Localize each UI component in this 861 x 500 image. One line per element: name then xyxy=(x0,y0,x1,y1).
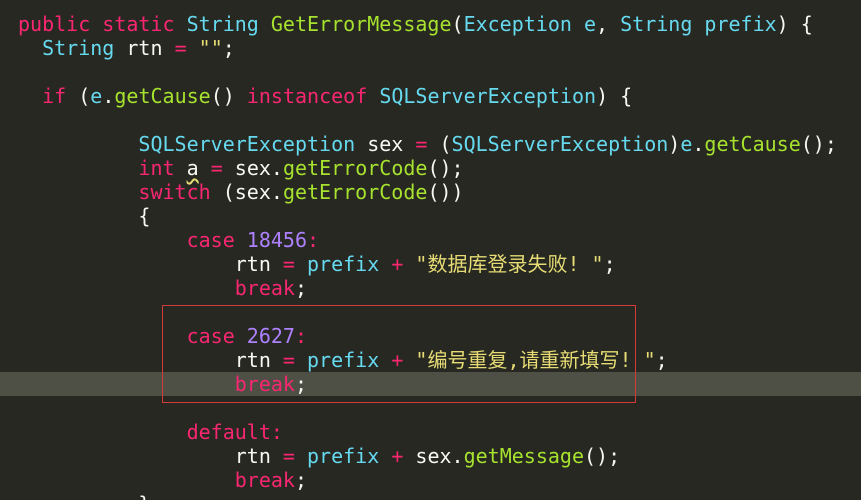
code-token: public xyxy=(18,12,91,36)
code-token: prefix xyxy=(307,348,380,372)
code-token: "编号重复,请重新填写! " xyxy=(415,348,656,372)
code-token: Exception xyxy=(463,12,572,36)
code-line: int a = sex.getErrorCode(); xyxy=(138,156,464,180)
code-token: rtn xyxy=(234,348,271,372)
code-token: e xyxy=(680,132,693,156)
code-line: } xyxy=(0,492,861,500)
code-token: 2627 xyxy=(246,324,295,348)
code-token: rtn xyxy=(234,444,271,468)
code-token: SQLServerException xyxy=(451,132,669,156)
code-token: static xyxy=(102,12,175,36)
current-line-highlight: break; xyxy=(0,372,861,396)
code-line: rtn = prefix + sex.getMessage(); xyxy=(234,444,621,468)
code-token: getMessage xyxy=(463,444,584,468)
code-line: if (e.getCause() instanceof SQLServerExc… xyxy=(42,84,633,108)
code-token: a xyxy=(186,156,199,180)
code-line: default: xyxy=(186,420,283,444)
code-token: 18456 xyxy=(246,228,308,252)
code-token: default xyxy=(186,420,271,444)
code-token: break xyxy=(234,468,295,492)
code-token: switch xyxy=(138,180,211,204)
code-token: case xyxy=(186,228,235,252)
code-token: prefix xyxy=(307,252,380,276)
code-token: "" xyxy=(198,36,223,60)
code-token: if xyxy=(42,84,67,108)
code-token: sex xyxy=(367,132,404,156)
code-line: case 18456: xyxy=(186,228,320,252)
code-line: case 2627: xyxy=(186,324,308,348)
code-token: String xyxy=(186,12,259,36)
code-token: rtn xyxy=(126,36,163,60)
code-line: rtn = prefix + "数据库登录失败! "; xyxy=(234,252,616,276)
code-token: sex xyxy=(234,180,271,204)
code-token: "数据库登录失败! " xyxy=(415,252,604,276)
code-token: e xyxy=(583,12,597,36)
code-token: int xyxy=(138,156,175,180)
code-line: String rtn = ""; xyxy=(42,36,235,60)
code-line: switch (sex.getErrorCode()) xyxy=(138,180,464,204)
code-token: rtn xyxy=(234,252,271,276)
code-token: break xyxy=(234,276,295,300)
code-line: break; xyxy=(234,276,308,300)
code-token: getErrorCode xyxy=(282,180,428,204)
code-token: sex xyxy=(234,156,271,180)
code-token: SQLServerException xyxy=(379,84,597,108)
code-token: prefix xyxy=(704,12,777,36)
code-token: case xyxy=(186,324,235,348)
code-editor[interactable]: public static String GetErrorMessage(Exc… xyxy=(0,0,861,500)
code-line: SQLServerException sex = (SQLServerExcep… xyxy=(138,132,837,156)
code-line: { xyxy=(138,204,151,228)
code-line: rtn = prefix + "编号重复,请重新填写! "; xyxy=(234,348,668,372)
code-token: sex xyxy=(415,444,452,468)
code-token: prefix xyxy=(307,444,380,468)
code-token: e xyxy=(90,84,103,108)
code-line: break; xyxy=(234,468,308,492)
code-token: getErrorCode xyxy=(282,156,428,180)
code-token: String xyxy=(620,12,693,36)
code-line: public static String GetErrorMessage(Exc… xyxy=(18,12,813,36)
code-token: break xyxy=(234,372,295,396)
code-token: GetErrorMessage xyxy=(270,12,452,36)
code-token: instanceof xyxy=(246,84,368,108)
code-token: getCause xyxy=(704,132,801,156)
code-token: getCause xyxy=(114,84,211,108)
code-token: String xyxy=(42,36,115,60)
code-token: SQLServerException xyxy=(138,132,356,156)
